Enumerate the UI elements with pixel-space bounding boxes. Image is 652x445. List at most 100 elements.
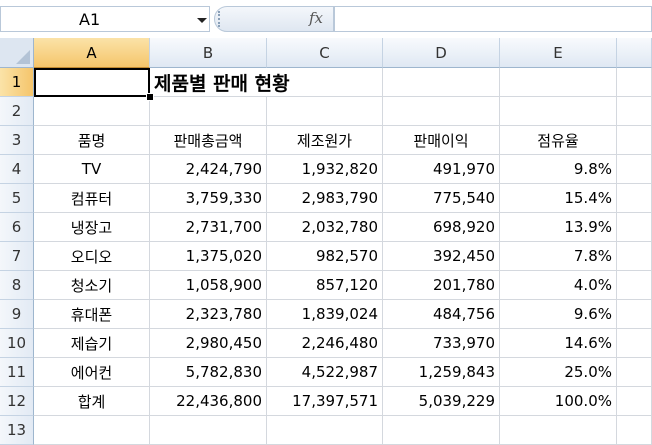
product-name-cell[interactable]: 제습기 — [34, 329, 150, 358]
column-label[interactable]: 판매이익 — [383, 126, 500, 155]
select-all-button[interactable] — [0, 38, 34, 68]
column-header-e[interactable]: E — [500, 38, 617, 68]
cell-f9[interactable] — [617, 300, 652, 329]
value-cell[interactable]: 2,731,700 — [150, 213, 267, 242]
value-cell[interactable]: 9.8% — [500, 155, 617, 184]
value-cell[interactable]: 7.8% — [500, 242, 617, 271]
product-name-cell[interactable]: 청소기 — [34, 271, 150, 300]
row-header-8[interactable]: 8 — [0, 271, 34, 300]
column-label[interactable]: 점유율 — [500, 126, 617, 155]
value-cell[interactable]: 3,759,330 — [150, 184, 267, 213]
value-cell[interactable]: 2,032,780 — [267, 213, 383, 242]
cell-d1[interactable] — [383, 68, 500, 97]
cell-e13[interactable] — [500, 416, 617, 445]
row-header-13[interactable]: 13 — [0, 416, 34, 445]
value-cell[interactable]: 484,756 — [383, 300, 500, 329]
cell-f11[interactable] — [617, 358, 652, 387]
cell-b2[interactable] — [150, 97, 267, 126]
value-cell[interactable]: 17,397,571 — [267, 387, 383, 416]
row-header-4[interactable]: 4 — [0, 155, 34, 184]
cell-e2[interactable] — [500, 97, 617, 126]
row-header-7[interactable]: 7 — [0, 242, 34, 271]
column-header-d[interactable]: D — [383, 38, 500, 68]
value-cell[interactable]: 5,782,830 — [150, 358, 267, 387]
product-name-cell[interactable]: 휴대폰 — [34, 300, 150, 329]
value-cell[interactable]: 2,424,790 — [150, 155, 267, 184]
value-cell[interactable]: 25.0% — [500, 358, 617, 387]
cell-f10[interactable] — [617, 329, 652, 358]
cell-f7[interactable] — [617, 242, 652, 271]
cell-f8[interactable] — [617, 271, 652, 300]
value-cell[interactable]: 392,450 — [383, 242, 500, 271]
row-header-6[interactable]: 6 — [0, 213, 34, 242]
fill-handle[interactable] — [146, 93, 154, 101]
product-name-cell[interactable]: 에어컨 — [34, 358, 150, 387]
cell-d2[interactable] — [383, 97, 500, 126]
column-header-c[interactable]: C — [267, 38, 383, 68]
cell-f5[interactable] — [617, 184, 652, 213]
value-cell[interactable]: 491,970 — [383, 155, 500, 184]
value-cell[interactable]: 4,522,987 — [267, 358, 383, 387]
value-cell[interactable]: 15.4% — [500, 184, 617, 213]
value-cell[interactable]: 4.0% — [500, 271, 617, 300]
cell-f12[interactable] — [617, 387, 652, 416]
value-cell[interactable]: 857,120 — [267, 271, 383, 300]
value-cell[interactable]: 1,839,024 — [267, 300, 383, 329]
column-label[interactable]: 제조원가 — [267, 126, 383, 155]
row-header-9[interactable]: 9 — [0, 300, 34, 329]
product-name-cell[interactable]: 냉장고 — [34, 213, 150, 242]
name-box[interactable]: A1 — [0, 6, 210, 32]
value-cell[interactable]: 1,259,843 — [383, 358, 500, 387]
cell-d13[interactable] — [383, 416, 500, 445]
value-cell[interactable]: 982,570 — [267, 242, 383, 271]
value-cell[interactable]: 100.0% — [500, 387, 617, 416]
cell-a2[interactable] — [34, 97, 150, 126]
cell-c13[interactable] — [267, 416, 383, 445]
chevron-down-icon[interactable] — [197, 18, 207, 23]
row-header-10[interactable]: 10 — [0, 329, 34, 358]
product-name-cell[interactable]: 오디오 — [34, 242, 150, 271]
value-cell[interactable]: 14.6% — [500, 329, 617, 358]
resize-handle-icon[interactable] — [218, 11, 228, 27]
cell-b13[interactable] — [150, 416, 267, 445]
value-cell[interactable]: 22,436,800 — [150, 387, 267, 416]
cell-f1[interactable] — [617, 68, 652, 97]
column-header-b[interactable]: B — [150, 38, 267, 68]
cell-f2[interactable] — [617, 97, 652, 126]
product-name-cell[interactable]: TV — [34, 155, 150, 184]
value-cell[interactable]: 2,983,790 — [267, 184, 383, 213]
row-header-2[interactable]: 2 — [0, 97, 34, 126]
value-cell[interactable]: 9.6% — [500, 300, 617, 329]
row-header-1[interactable]: 1 — [0, 68, 34, 97]
formula-input[interactable] — [334, 6, 652, 32]
cell-c2[interactable] — [267, 97, 383, 126]
product-name-cell[interactable]: 컴퓨터 — [34, 184, 150, 213]
value-cell[interactable]: 698,920 — [383, 213, 500, 242]
value-cell[interactable]: 2,323,780 — [150, 300, 267, 329]
product-name-cell[interactable]: 합계 — [34, 387, 150, 416]
column-label[interactable]: 품명 — [34, 126, 150, 155]
cell-f3[interactable] — [617, 126, 652, 155]
column-header-a[interactable]: A — [34, 38, 150, 68]
row-header-5[interactable]: 5 — [0, 184, 34, 213]
cell-f4[interactable] — [617, 155, 652, 184]
row-header-3[interactable]: 3 — [0, 126, 34, 155]
cell-e1[interactable] — [500, 68, 617, 97]
value-cell[interactable]: 1,932,820 — [267, 155, 383, 184]
value-cell[interactable]: 733,970 — [383, 329, 500, 358]
value-cell[interactable]: 2,980,450 — [150, 329, 267, 358]
value-cell[interactable]: 5,039,229 — [383, 387, 500, 416]
cell-f13[interactable] — [617, 416, 652, 445]
value-cell[interactable]: 201,780 — [383, 271, 500, 300]
row-header-12[interactable]: 12 — [0, 387, 34, 416]
value-cell[interactable]: 13.9% — [500, 213, 617, 242]
insert-function-icon[interactable]: fx — [309, 9, 323, 27]
value-cell[interactable]: 1,375,020 — [150, 242, 267, 271]
cell-f6[interactable] — [617, 213, 652, 242]
row-header-11[interactable]: 11 — [0, 358, 34, 387]
value-cell[interactable]: 775,540 — [383, 184, 500, 213]
column-header-next[interactable] — [617, 38, 652, 68]
sheet-title[interactable]: 제품별 판매 현황 — [150, 68, 290, 97]
cell-a13[interactable] — [34, 416, 150, 445]
value-cell[interactable]: 1,058,900 — [150, 271, 267, 300]
